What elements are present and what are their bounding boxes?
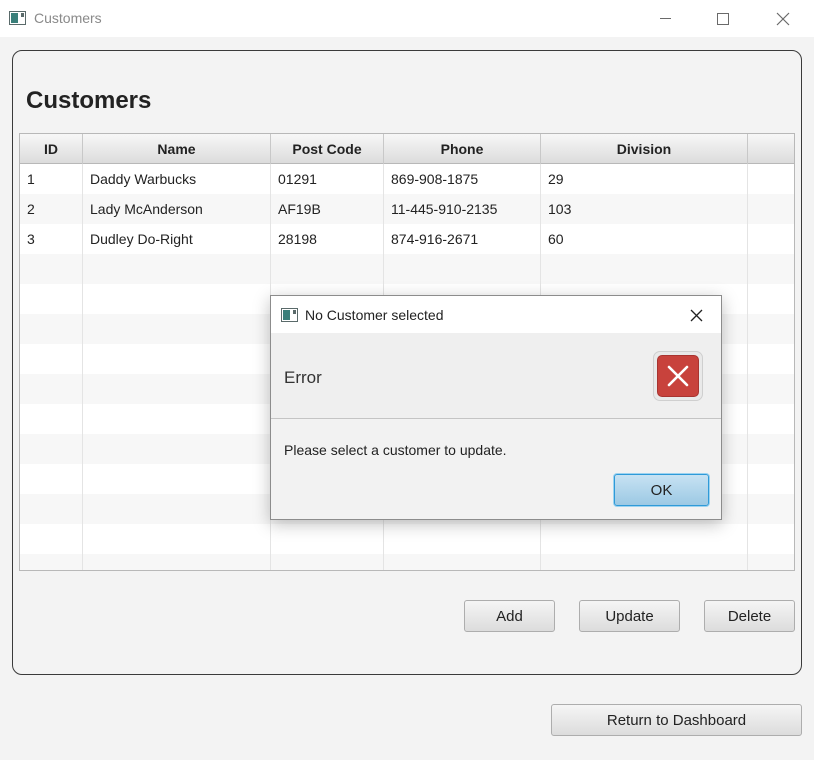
maximize-icon [717, 12, 729, 25]
dialog-app-icon [281, 308, 298, 322]
dialog-header: Error [271, 333, 721, 419]
column-header-division[interactable]: Division [541, 134, 748, 164]
add-button[interactable]: Add [464, 600, 555, 632]
cell-phone: 874-916-2671 [384, 224, 541, 254]
cell-name: Dudley Do-Right [83, 224, 271, 254]
app-icon [9, 11, 26, 25]
error-icon-badge [657, 355, 699, 397]
column-header-phone[interactable]: Phone [384, 134, 541, 164]
page-title: Customers [26, 87, 152, 114]
cell-filler [748, 164, 794, 194]
close-button[interactable] [760, 0, 806, 37]
window-title: Customers [34, 10, 102, 26]
empty-row [20, 524, 794, 554]
dialog-header-text: Error [284, 368, 322, 387]
x-icon [667, 365, 689, 387]
cell-division: 29 [541, 164, 748, 194]
close-icon [776, 12, 790, 25]
cell-filler [748, 224, 794, 254]
dialog-message: Please select a customer to update. [284, 442, 507, 458]
table-row[interactable]: 2 Lady McAnderson AF19B 11-445-910-2135 … [20, 194, 794, 224]
empty-row [20, 554, 794, 570]
cell-name: Daddy Warbucks [83, 164, 271, 194]
column-header-post-code[interactable]: Post Code [271, 134, 384, 164]
cell-post-code: AF19B [271, 194, 384, 224]
cell-post-code: 01291 [271, 164, 384, 194]
minimize-button[interactable] [642, 0, 688, 37]
column-header-filler [748, 134, 794, 164]
dialog-titlebar: No Customer selected [271, 296, 721, 333]
ok-button[interactable]: OK [614, 474, 709, 506]
column-header-id[interactable]: ID [20, 134, 83, 164]
error-icon [653, 351, 703, 401]
column-header-name[interactable]: Name [83, 134, 271, 164]
empty-row [20, 254, 794, 284]
delete-button[interactable]: Delete [704, 600, 795, 632]
return-to-dashboard-button[interactable]: Return to Dashboard [551, 704, 802, 736]
dialog-close-button[interactable] [681, 302, 711, 328]
cell-division: 60 [541, 224, 748, 254]
cell-post-code: 28198 [271, 224, 384, 254]
cell-id: 2 [20, 194, 83, 224]
dialog-title: No Customer selected [305, 307, 444, 323]
table-header: ID Name Post Code Phone Division [20, 134, 794, 164]
cell-filler [748, 194, 794, 224]
cell-phone: 869-908-1875 [384, 164, 541, 194]
maximize-button[interactable] [700, 0, 746, 37]
minimize-icon [659, 18, 671, 19]
cell-name: Lady McAnderson [83, 194, 271, 224]
update-button[interactable]: Update [579, 600, 680, 632]
window-titlebar: Customers [0, 0, 814, 37]
cell-id: 3 [20, 224, 83, 254]
table-row[interactable]: 3 Dudley Do-Right 28198 874-916-2671 60 [20, 224, 794, 254]
table-row[interactable]: 1 Daddy Warbucks 01291 869-908-1875 29 [20, 164, 794, 194]
error-dialog: No Customer selected Error Please select… [270, 295, 722, 520]
cell-phone: 11-445-910-2135 [384, 194, 541, 224]
cell-id: 1 [20, 164, 83, 194]
close-icon [690, 309, 702, 321]
cell-division: 103 [541, 194, 748, 224]
